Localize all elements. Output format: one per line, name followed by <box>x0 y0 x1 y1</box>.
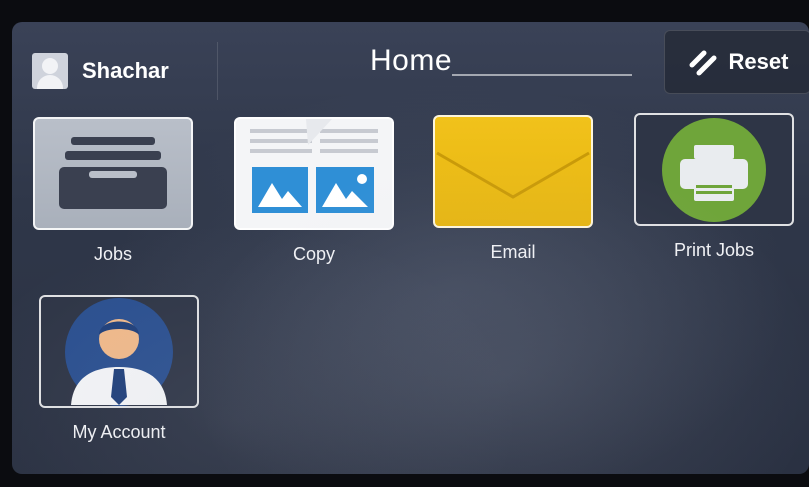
printer-icon <box>634 113 794 226</box>
app-tile-my-account[interactable]: My Account <box>39 295 199 443</box>
email-envelope-icon <box>433 115 593 228</box>
reset-label: Reset <box>728 49 789 74</box>
app-tile-print-jobs[interactable]: Print Jobs <box>634 113 794 261</box>
app-label-my-account: My Account <box>72 422 166 442</box>
user-button[interactable]: Shachar <box>27 42 218 100</box>
app-label-jobs: Jobs <box>93 244 133 264</box>
account-person-icon <box>39 295 199 408</box>
page-title: Home <box>370 44 453 77</box>
user-avatar-icon <box>32 53 68 89</box>
app-label-copy: Copy <box>292 244 336 264</box>
jobs-drawer-icon <box>33 117 193 230</box>
header-bar: Shachar Home Reset <box>12 22 809 100</box>
app-label-print-jobs: Print Jobs <box>673 240 755 260</box>
app-tile-jobs[interactable]: Jobs <box>33 117 193 265</box>
user-name: Shachar <box>82 58 169 83</box>
printer-home-screen: Shachar Home Reset Jobs Copy Email Print… <box>12 22 809 474</box>
title-underline <box>452 74 632 76</box>
reset-icon <box>689 50 717 76</box>
app-tile-email[interactable]: Email <box>433 115 593 263</box>
app-tile-copy[interactable]: Copy <box>234 117 394 265</box>
reset-button[interactable]: Reset <box>664 30 809 94</box>
copy-icon <box>234 117 394 230</box>
app-label-email: Email <box>490 242 536 262</box>
